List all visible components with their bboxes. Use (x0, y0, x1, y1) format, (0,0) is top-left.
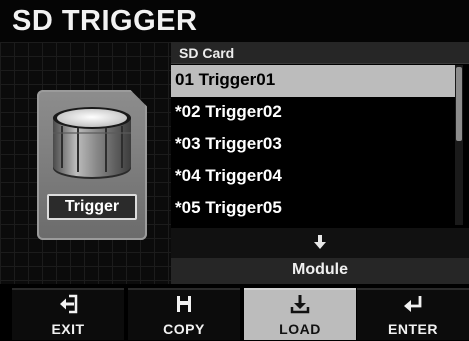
list-item-label: 01 Trigger01 (175, 70, 276, 89)
sd-card-graphic: Trigger (37, 90, 147, 240)
trigger-file-list[interactable]: 01 Trigger01 *02 Trigger02 *03 Trigger03… (171, 65, 461, 225)
copy-button-label: COPY (163, 321, 205, 337)
list-item[interactable]: *03 Trigger03 (171, 129, 461, 161)
list-item-label: *05 Trigger05 (175, 198, 282, 217)
page-title: SD TRIGGER (12, 5, 198, 37)
list-item-selected[interactable]: 01 Trigger01 (171, 65, 461, 97)
destination-label: Module (292, 261, 348, 278)
enter-icon (404, 296, 422, 312)
download-icon (290, 295, 310, 314)
direction-indicator (171, 228, 469, 258)
enter-button-label: ENTER (388, 321, 438, 337)
list-item-label: *02 Trigger02 (175, 102, 282, 121)
list-item-label: *04 Trigger04 (175, 166, 282, 185)
enter-button[interactable]: ENTER (357, 288, 469, 340)
scroll-thumb[interactable] (456, 67, 462, 141)
destination-bar: Module (171, 258, 469, 284)
card-preview-panel: Trigger (0, 42, 171, 284)
list-scrollbar[interactable] (455, 65, 463, 225)
list-item[interactable]: *05 Trigger05 (171, 193, 461, 225)
load-button[interactable]: LOAD (244, 288, 356, 340)
arrow-down-icon (314, 235, 326, 249)
card-type-label: Trigger (47, 194, 137, 220)
list-header: SD Card (171, 42, 469, 64)
exit-button[interactable]: EXIT (12, 288, 124, 340)
function-button-bar: EXIT COPY LOAD ENTER (0, 284, 469, 341)
drum-icon (53, 107, 131, 179)
list-item-label: *03 Trigger03 (175, 134, 282, 153)
exit-button-label: EXIT (51, 321, 85, 337)
exit-icon (60, 294, 78, 314)
list-header-label: SD Card (179, 45, 235, 61)
list-item[interactable]: *04 Trigger04 (171, 161, 461, 193)
load-button-label: LOAD (279, 321, 321, 337)
sd-trigger-screen: SD TRIGGER Trigger SD Card 01 Trigger01 … (0, 0, 469, 341)
copy-button[interactable]: COPY (128, 288, 240, 340)
list-item[interactable]: *02 Trigger02 (171, 97, 461, 129)
title-bar: SD TRIGGER (0, 0, 469, 42)
save-icon (177, 296, 191, 312)
